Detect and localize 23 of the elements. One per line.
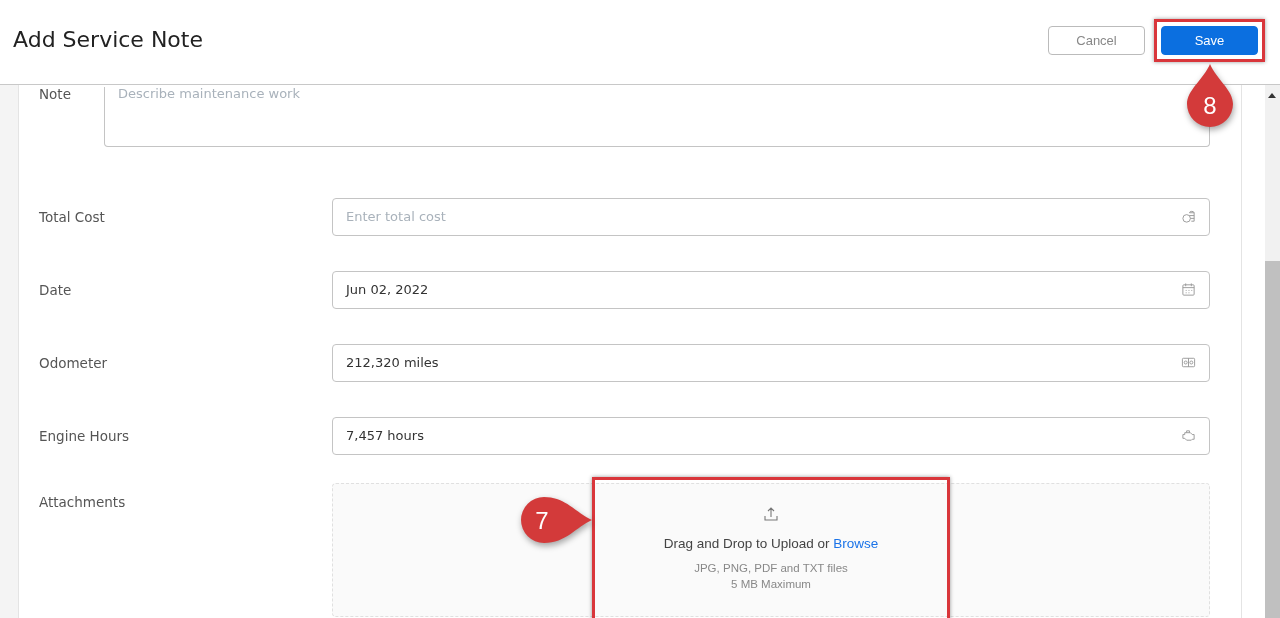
upload-prompt: Drag and Drop to Upload or [663, 536, 830, 551]
input-field[interactable]: 7,457 hours [332, 416, 1210, 455]
file-types-note: JPG, PNG, PDF and TXT files [694, 561, 848, 576]
calendar-icon [1181, 282, 1196, 297]
input-field[interactable]: Jun 02, 2022 [332, 270, 1210, 309]
dialog-title: Add Service Note [13, 27, 203, 52]
size-limit-note: 5 MB Maximum [731, 577, 811, 592]
upload-icon [763, 506, 779, 522]
engine-icon [1181, 428, 1196, 443]
field-label: Odometer [39, 354, 109, 371]
field-label: Total Cost [39, 208, 106, 225]
field-label: Attachments [39, 494, 127, 510]
cancel-button[interactable]: Cancel [1048, 25, 1145, 55]
odometer-icon [1181, 355, 1196, 370]
scroll-up-icon[interactable] [1268, 93, 1276, 98]
browse-link[interactable]: Browse [833, 536, 879, 551]
input-field[interactable]: 212,320 miles [332, 343, 1210, 382]
field-label: Engine Hours [39, 427, 131, 444]
save-button[interactable]: Save [1161, 25, 1258, 55]
field-label: Note [39, 86, 71, 102]
coins-icon [1181, 209, 1196, 224]
field-label: Date [39, 281, 73, 298]
scrollbar[interactable] [1241, 85, 1280, 618]
